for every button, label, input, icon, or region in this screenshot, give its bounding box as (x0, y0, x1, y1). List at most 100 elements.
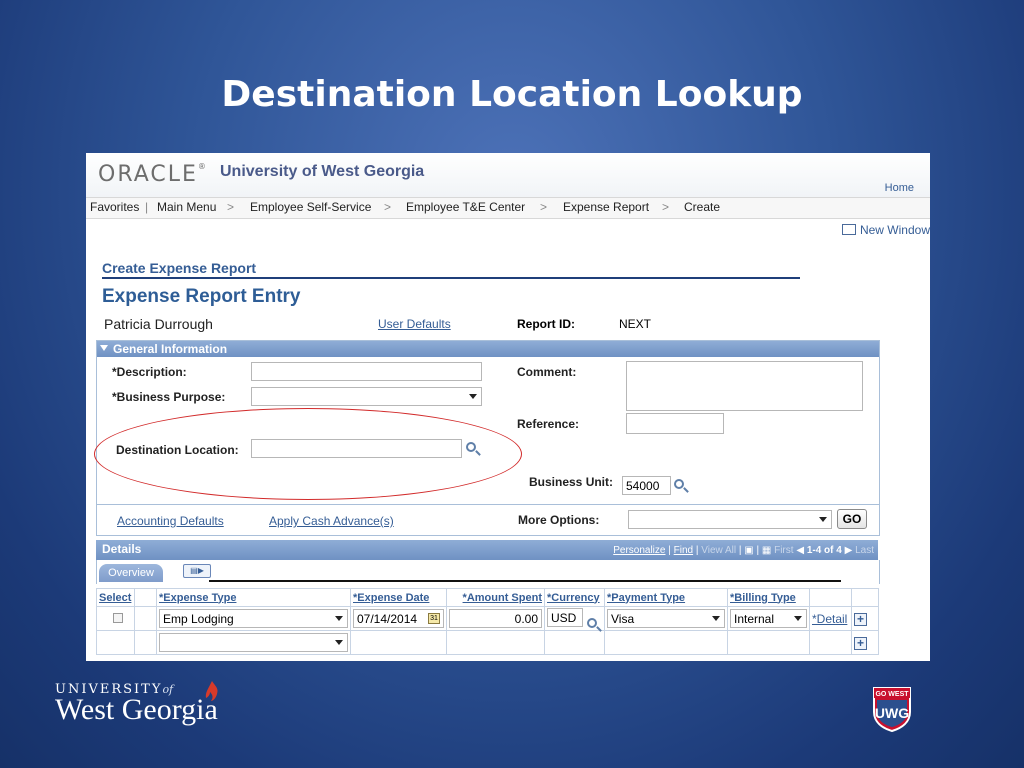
chevron-down-icon (335, 616, 343, 621)
page-title: Expense Report Entry (102, 286, 301, 307)
tab-overview[interactable]: Overview (99, 564, 163, 582)
slide-title: Destination Location Lookup (221, 74, 803, 115)
chevron-down-icon (469, 394, 477, 399)
add-row-icon[interactable]: + (854, 612, 867, 626)
business-purpose-select[interactable] (251, 387, 482, 406)
nav-separator: > (540, 200, 548, 214)
svg-text:GO WEST: GO WEST (875, 691, 909, 698)
app-header: ORACLE® University of West Georgia Home (86, 153, 930, 197)
org-name: University of West Georgia (220, 163, 425, 180)
comment-label: Comment: (517, 365, 577, 379)
col-billing-type[interactable]: *Billing Type (727, 588, 810, 607)
first-link[interactable]: First (774, 545, 793, 556)
create-expense-report-link[interactable]: Create Expense Report (102, 260, 256, 276)
chevron-down-icon (335, 640, 343, 645)
table-row: + (96, 630, 879, 655)
report-id-label: Report ID: (517, 317, 575, 331)
col-currency[interactable]: *Currency (544, 588, 605, 607)
title-divider (102, 277, 800, 279)
col-add (851, 588, 879, 607)
detail-link[interactable]: *Detail (812, 612, 847, 626)
nav-separator: > (227, 200, 235, 214)
col-amount-spent[interactable]: *Amount Spent (446, 588, 545, 607)
calendar-icon[interactable]: 31 (428, 613, 440, 624)
payment-type-select[interactable]: Visa (607, 609, 725, 628)
collapse-triangle-icon (100, 345, 108, 351)
more-options-label: More Options: (518, 513, 600, 527)
new-window-link[interactable]: New Window (841, 223, 930, 237)
business-unit-lookup-icon[interactable] (674, 479, 684, 489)
apply-cash-advance-link[interactable]: Apply Cash Advance(s) (269, 514, 394, 528)
tab-divider (209, 580, 841, 582)
highlight-ellipse (94, 408, 522, 500)
table-header-row: Select *Expense Type *Expense Date *Amou… (96, 588, 879, 607)
go-west-badge-icon: GO WEST UWG (873, 687, 911, 732)
col-expense-type[interactable]: *Expense Type (156, 588, 351, 607)
nav-separator: > (662, 200, 670, 214)
user-defaults-link[interactable]: User Defaults (378, 317, 451, 331)
report-id-value: NEXT (619, 317, 652, 331)
col-select[interactable]: Select (96, 588, 135, 607)
col-expense-date[interactable]: *Expense Date (350, 588, 447, 607)
more-options-select[interactable] (628, 510, 832, 529)
next-arrow-icon[interactable]: ▶ (845, 545, 853, 556)
business-unit-label: Business Unit: (529, 475, 614, 489)
reference-field[interactable] (626, 413, 724, 434)
col-spacer (134, 588, 157, 607)
col-detail (809, 588, 852, 607)
nav-create[interactable]: Create (684, 200, 720, 214)
nav-expense-report[interactable]: Expense Report (563, 200, 649, 214)
comment-textarea[interactable] (626, 361, 863, 411)
find-link[interactable]: Find (674, 545, 693, 556)
reference-label: Reference: (517, 417, 580, 431)
show-all-columns-icon[interactable]: ▤▶ (183, 564, 211, 578)
nav-employee-self-service[interactable]: Employee Self-Service (250, 200, 371, 214)
new-window-icon (841, 224, 856, 235)
oracle-logo: ORACLE® (98, 162, 208, 187)
previous-arrow-icon[interactable]: ◀ (796, 545, 804, 556)
details-title: Details (102, 542, 142, 556)
business-unit-field[interactable]: 54000 (622, 476, 671, 495)
details-header: Details Personalize | Find | View All | … (96, 540, 878, 560)
col-payment-type[interactable]: *Payment Type (604, 588, 728, 607)
accounting-defaults-link[interactable]: Accounting Defaults (117, 514, 224, 528)
download-grid-icon[interactable]: ▣ (744, 545, 753, 556)
nav-employee-te-center[interactable]: Employee T&E Center (406, 200, 525, 214)
nav-main-menu[interactable]: Main Menu (157, 200, 216, 214)
go-button[interactable]: GO (837, 509, 867, 529)
row-select-checkbox[interactable] (113, 612, 123, 623)
currency-field[interactable]: USD (547, 607, 583, 627)
svg-text:UWG: UWG (875, 705, 909, 721)
expense-type-select[interactable] (159, 633, 348, 652)
expense-type-select[interactable]: Emp Lodging (159, 609, 348, 628)
general-information-header[interactable]: General Information (97, 341, 879, 357)
add-row-icon[interactable]: + (854, 636, 867, 650)
details-tab-row: Overview ▤▶ (96, 560, 880, 584)
nav-favorites[interactable]: Favorites (90, 200, 139, 214)
expense-date-field[interactable]: 07/14/2014 31 (353, 609, 444, 628)
nav-divider: | (145, 200, 149, 214)
chevron-down-icon (712, 616, 720, 621)
expense-lines-table: Select *Expense Type *Expense Date *Amou… (96, 588, 879, 655)
nav-separator: > (384, 200, 392, 214)
business-purpose-label: *Business Purpose: (112, 390, 226, 404)
flame-icon (205, 681, 218, 701)
description-label: *Description: (112, 365, 187, 379)
grid-view-icon[interactable]: ▦ (762, 545, 771, 556)
peoplesoft-screenshot: ORACLE® University of West Georgia Home … (86, 153, 930, 661)
home-link[interactable]: Home (885, 182, 914, 194)
grid-navigation: Personalize | Find | View All | ▣ | ▦ Fi… (613, 545, 874, 556)
last-link[interactable]: Last (855, 545, 874, 556)
chevron-down-icon (794, 616, 802, 621)
view-all-link[interactable]: View All (701, 545, 736, 556)
description-field[interactable] (251, 362, 482, 381)
employee-name: Patricia Durrough (104, 316, 213, 332)
table-row: Emp Lodging 07/14/2014 31 0.00 USD Visa I… (96, 606, 879, 631)
personalize-link[interactable]: Personalize (613, 545, 665, 556)
currency-lookup-icon[interactable] (587, 617, 597, 628)
row-range: 1-4 of 4 (806, 545, 842, 556)
billing-type-select[interactable]: Internal (730, 609, 807, 628)
breadcrumb-menu: Favorites | Main Menu > Employee Self-Se… (86, 197, 930, 219)
amount-spent-field[interactable]: 0.00 (449, 609, 542, 628)
chevron-down-icon (819, 517, 827, 522)
